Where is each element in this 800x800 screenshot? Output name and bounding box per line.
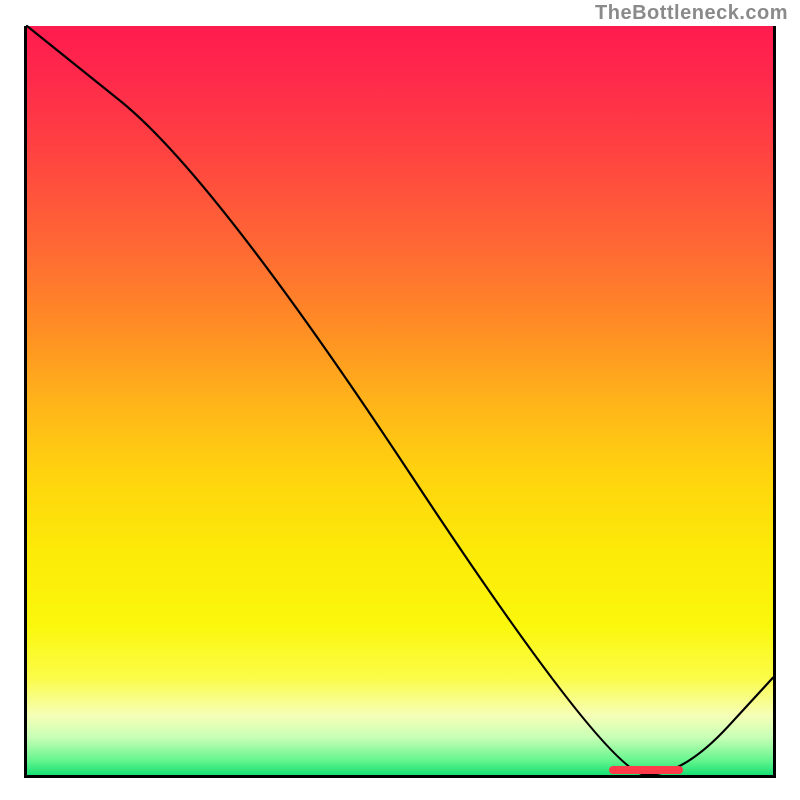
- chart-container: TheBottleneck.com: [0, 0, 800, 800]
- line-series: [27, 26, 773, 775]
- attribution-text: TheBottleneck.com: [595, 2, 788, 25]
- optimal-range-marker: [609, 766, 684, 774]
- plot-area: [24, 26, 776, 778]
